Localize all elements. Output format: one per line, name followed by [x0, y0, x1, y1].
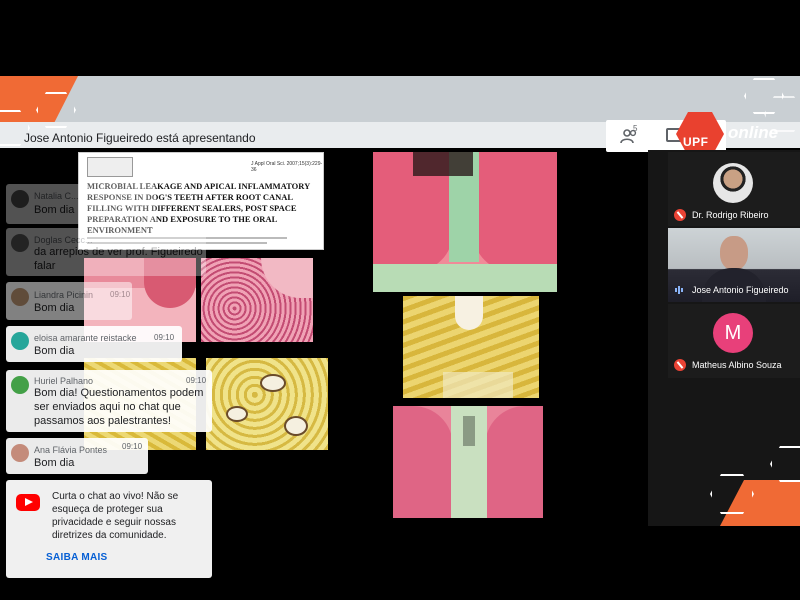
- chat-message: Ana Flávia Pontes 09:10 Bom dia: [6, 438, 148, 474]
- chat-timestamp: 09:10: [122, 442, 143, 451]
- presenting-status: Jose Antonio Figueiredo está apresentand…: [24, 131, 256, 145]
- chat-timestamp: 09:10: [110, 290, 131, 299]
- avatar: [11, 376, 29, 394]
- learn-more-link[interactable]: SAIBA MAIS: [46, 552, 108, 563]
- histology-image: [403, 296, 539, 398]
- avatar: [11, 332, 29, 350]
- mic-off-icon: [674, 209, 686, 221]
- mic-off-icon: [674, 359, 686, 371]
- chat-message: Liandra Picinin 09:10 Bom dia: [6, 282, 132, 320]
- promo-text: Curta o chat ao vivo! Não se esqueça de …: [52, 491, 179, 541]
- chat-author: Huriel Palhano: [34, 376, 94, 386]
- chat-timestamp: 09:10: [186, 376, 207, 385]
- youtube-icon: [16, 494, 40, 511]
- chat-author: Liandra Picinin: [34, 290, 94, 300]
- avatar: [11, 234, 29, 252]
- chat-text: Bom dia: [34, 204, 75, 216]
- chat-author: Ana Flávia Pontes: [34, 445, 108, 455]
- chat-message: eloisa amarante reistacke 09:10 Bom dia: [6, 326, 182, 362]
- speaking-indicator-icon: [675, 286, 683, 294]
- participant-count: 5: [633, 124, 638, 133]
- avatar: [11, 288, 29, 306]
- brand-online-label: online: [728, 123, 779, 142]
- participant-name: Dr. Rodrigo Ribeiro: [692, 210, 769, 220]
- participant-name: Jose Antonio Figueiredo: [692, 285, 789, 295]
- chat-text: Bom dia: [34, 302, 75, 314]
- paper-citation: J Appl Oral Sci. 2007;15(3):229-36: [251, 161, 323, 173]
- histology-image: [206, 358, 328, 450]
- chat-author: Doglas Cecc...: [34, 235, 93, 245]
- participant-name: Matheus Albino Souza: [692, 360, 782, 370]
- histology-image: [373, 152, 557, 292]
- avatar: [713, 163, 753, 203]
- chat-timestamp: 09:10: [154, 333, 175, 342]
- chat-text: Bom dia: [34, 457, 75, 469]
- avatar: [11, 190, 29, 208]
- avatar: M: [713, 313, 753, 353]
- histology-image: [393, 406, 543, 518]
- histology-image: [201, 258, 313, 342]
- chat-message: Doglas Cecc... da arrepios de ver prof. …: [6, 228, 206, 276]
- chat-author: Natalia C...: [34, 191, 79, 201]
- chat-promo-banner: Curta o chat ao vivo! Não se esqueça de …: [6, 480, 212, 578]
- meet-stream: Jose Antonio Figueiredo está apresentand…: [0, 0, 800, 600]
- chat-author: eloisa amarante reistacke: [34, 333, 137, 343]
- chat-message: Huriel Palhano 09:10 Bom dia! Questionam…: [6, 370, 212, 432]
- chat-text: Bom dia! Questionamentos podem ser envia…: [34, 387, 204, 427]
- journal-logo: [87, 157, 133, 177]
- chat-text: da arrepios de ver prof. Figueiredo fala…: [34, 246, 203, 272]
- upf-logo-text: UPF: [683, 135, 709, 149]
- chat-message: Natalia C... Bom dia: [6, 184, 156, 224]
- avatar: [11, 444, 29, 462]
- chat-text: Bom dia: [34, 345, 75, 357]
